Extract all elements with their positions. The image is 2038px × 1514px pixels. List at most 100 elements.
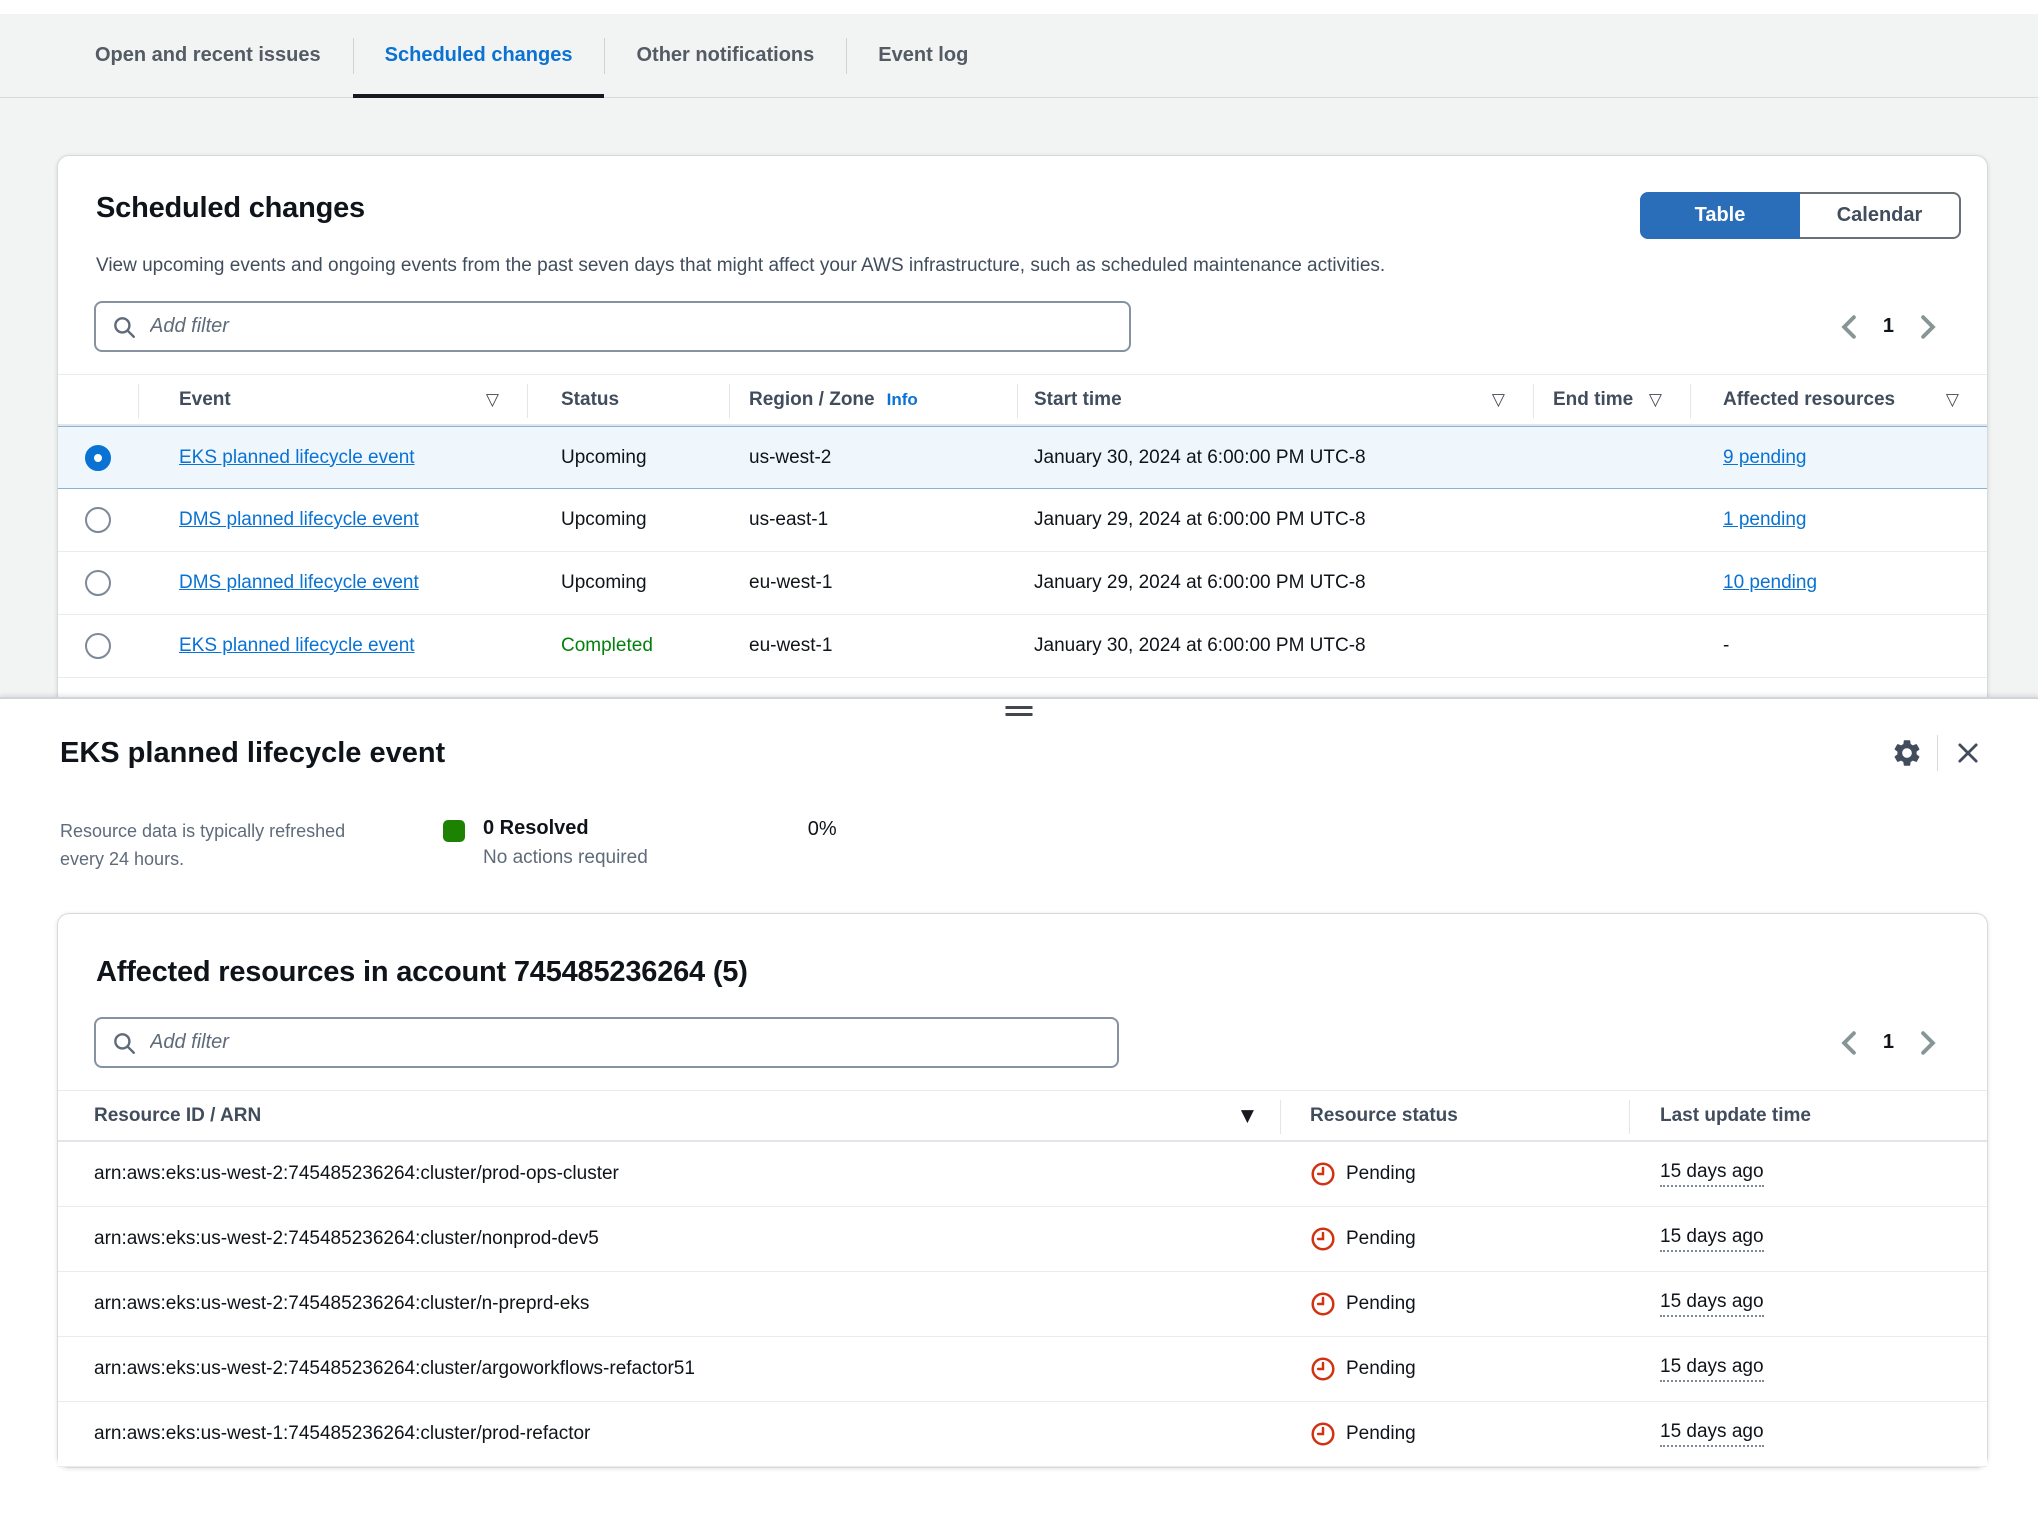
event-status: Upcoming [527,447,729,469]
resolved-sub-label: No actions required [483,847,648,869]
resource-status: Pending [1346,1163,1416,1185]
event-detail-split-panel: EKS planned lifecycle event Resource dat… [0,697,2038,1514]
column-region-zone: Region / ZoneInfo [749,389,918,411]
event-link[interactable]: EKS planned lifecycle event [179,447,415,469]
event-status: Upcoming [527,509,729,531]
chevron-left-icon [1838,314,1860,340]
affected-resources-title: Affected resources in account 7454852362… [96,956,1949,989]
filter-triangle-icon[interactable]: ▽ [1649,390,1690,410]
chevron-right-icon [1917,1030,1939,1056]
row-radio[interactable] [85,633,111,659]
page-title: Scheduled changes [96,192,365,225]
column-last-update-time: Last update time [1660,1105,1811,1127]
last-update-time[interactable]: 15 days ago [1660,1161,1764,1187]
affected-resources-link[interactable]: 9 pending [1723,447,1806,469]
current-page[interactable]: 1 [1879,315,1898,338]
drag-handle-icon[interactable] [1006,706,1033,719]
affected-resources-link[interactable]: 1 pending [1723,509,1806,531]
filter-triangle-icon[interactable]: ▽ [486,390,527,410]
resources-filter-input[interactable] [94,1017,1119,1068]
next-page-button[interactable] [1912,1027,1944,1059]
filter-triangle-icon[interactable]: ▽ [1492,390,1533,410]
event-start-time: January 30, 2024 at 6:00:00 PM UTC-8 [1017,447,1533,469]
event-link[interactable]: DMS planned lifecycle event [179,509,419,531]
column-event: Event [179,389,231,411]
clock-icon [1310,1421,1336,1447]
row-radio-selected[interactable] [85,445,111,471]
health-dashboard-tabs: Open and recent issues Scheduled changes… [0,14,2038,98]
calendar-view-button[interactable]: Calendar [1800,192,1961,239]
resources-table: Resource ID / ARN ▼ Resource status Last… [58,1090,1987,1467]
resource-arn: arn:aws:eks:us-west-2:745485236264:clust… [58,1358,1280,1380]
tab-open-and-recent-issues[interactable]: Open and recent issues [63,14,353,97]
resolved-status-icon [443,820,465,842]
resources-pagination: 1 [1833,1027,1944,1059]
affected-resources-empty: - [1690,635,1987,657]
tab-other-notifications[interactable]: Other notifications [604,14,846,97]
search-icon [111,1030,137,1056]
clock-icon [1310,1356,1336,1382]
close-panel-button[interactable] [1946,731,1990,775]
next-page-button[interactable] [1912,311,1944,343]
sort-desc-icon[interactable]: ▼ [1241,1106,1280,1126]
resource-arn: arn:aws:eks:us-west-2:745485236264:clust… [58,1163,1280,1185]
resources-filter [94,1017,1119,1068]
prev-page-button[interactable] [1833,1027,1865,1059]
event-status: Completed [527,635,729,657]
chevron-left-icon [1838,1030,1860,1056]
resource-status: Pending [1346,1293,1416,1315]
event-row[interactable]: DMS planned lifecycle event Upcoming us-… [58,489,1987,552]
resolved-summary: 0 Resolved No actions required [443,817,648,869]
last-update-time[interactable]: 15 days ago [1660,1291,1764,1317]
search-icon [111,314,137,340]
column-resource-id-arn[interactable]: Resource ID / ARN ▼ [58,1091,1280,1140]
event-status: Upcoming [527,572,729,594]
filter-triangle-icon[interactable]: ▽ [1946,390,1987,410]
resource-status: Pending [1346,1228,1416,1250]
event-start-time: January 29, 2024 at 6:00:00 PM UTC-8 [1017,509,1533,531]
tab-scheduled-changes[interactable]: Scheduled changes [353,14,605,97]
event-region: eu-west-1 [729,572,1017,594]
events-filter-input[interactable] [94,301,1131,352]
event-region: eu-west-1 [729,635,1017,657]
affected-resources-link[interactable]: 10 pending [1723,572,1817,594]
settings-button[interactable] [1885,731,1929,775]
scheduled-changes-page: Open and recent issues Scheduled changes… [0,0,2038,697]
event-region: us-west-2 [729,447,1017,469]
current-page[interactable]: 1 [1879,1031,1898,1054]
tab-event-log[interactable]: Event log [846,14,1000,97]
table-view-button[interactable]: Table [1640,192,1800,239]
row-radio[interactable] [85,507,111,533]
resolved-percent: 0% [808,818,837,841]
event-link[interactable]: EKS planned lifecycle event [179,635,415,657]
view-toggle: Table Calendar [1640,192,1961,239]
clock-icon [1310,1226,1336,1252]
event-detail-title: EKS planned lifecycle event [60,737,445,770]
event-row[interactable]: EKS planned lifecycle event Completed eu… [58,615,1987,678]
event-region: us-east-1 [729,509,1017,531]
column-affected-resources: Affected resources [1723,389,1895,411]
column-start-time: Start time [1034,389,1122,411]
row-radio[interactable] [85,570,111,596]
events-pagination: 1 [1833,311,1944,343]
scheduled-changes-card: Scheduled changes Table Calendar View up… [57,155,1988,697]
gear-icon [1891,737,1923,769]
prev-page-button[interactable] [1833,311,1865,343]
clock-icon [1310,1291,1336,1317]
last-update-time[interactable]: 15 days ago [1660,1421,1764,1447]
event-row[interactable]: EKS planned lifecycle event Upcoming us-… [58,426,1987,489]
event-link[interactable]: DMS planned lifecycle event [179,572,419,594]
resource-status: Pending [1346,1423,1416,1445]
column-status: Status [561,389,619,411]
event-start-time: January 30, 2024 at 6:00:00 PM UTC-8 [1017,635,1533,657]
resource-arn: arn:aws:eks:us-west-2:745485236264:clust… [58,1293,1280,1315]
event-start-time: January 29, 2024 at 6:00:00 PM UTC-8 [1017,572,1533,594]
resource-row: arn:aws:eks:us-west-2:745485236264:clust… [58,1207,1987,1272]
resource-row: arn:aws:eks:us-west-2:745485236264:clust… [58,1272,1987,1337]
info-link[interactable]: Info [887,390,918,409]
last-update-time[interactable]: 15 days ago [1660,1226,1764,1252]
event-row[interactable]: DMS planned lifecycle event Upcoming eu-… [58,552,1987,615]
last-update-time[interactable]: 15 days ago [1660,1356,1764,1382]
refresh-note: Resource data is typically refreshed eve… [60,817,382,873]
resource-arn: arn:aws:eks:us-west-2:745485236264:clust… [58,1228,1280,1250]
